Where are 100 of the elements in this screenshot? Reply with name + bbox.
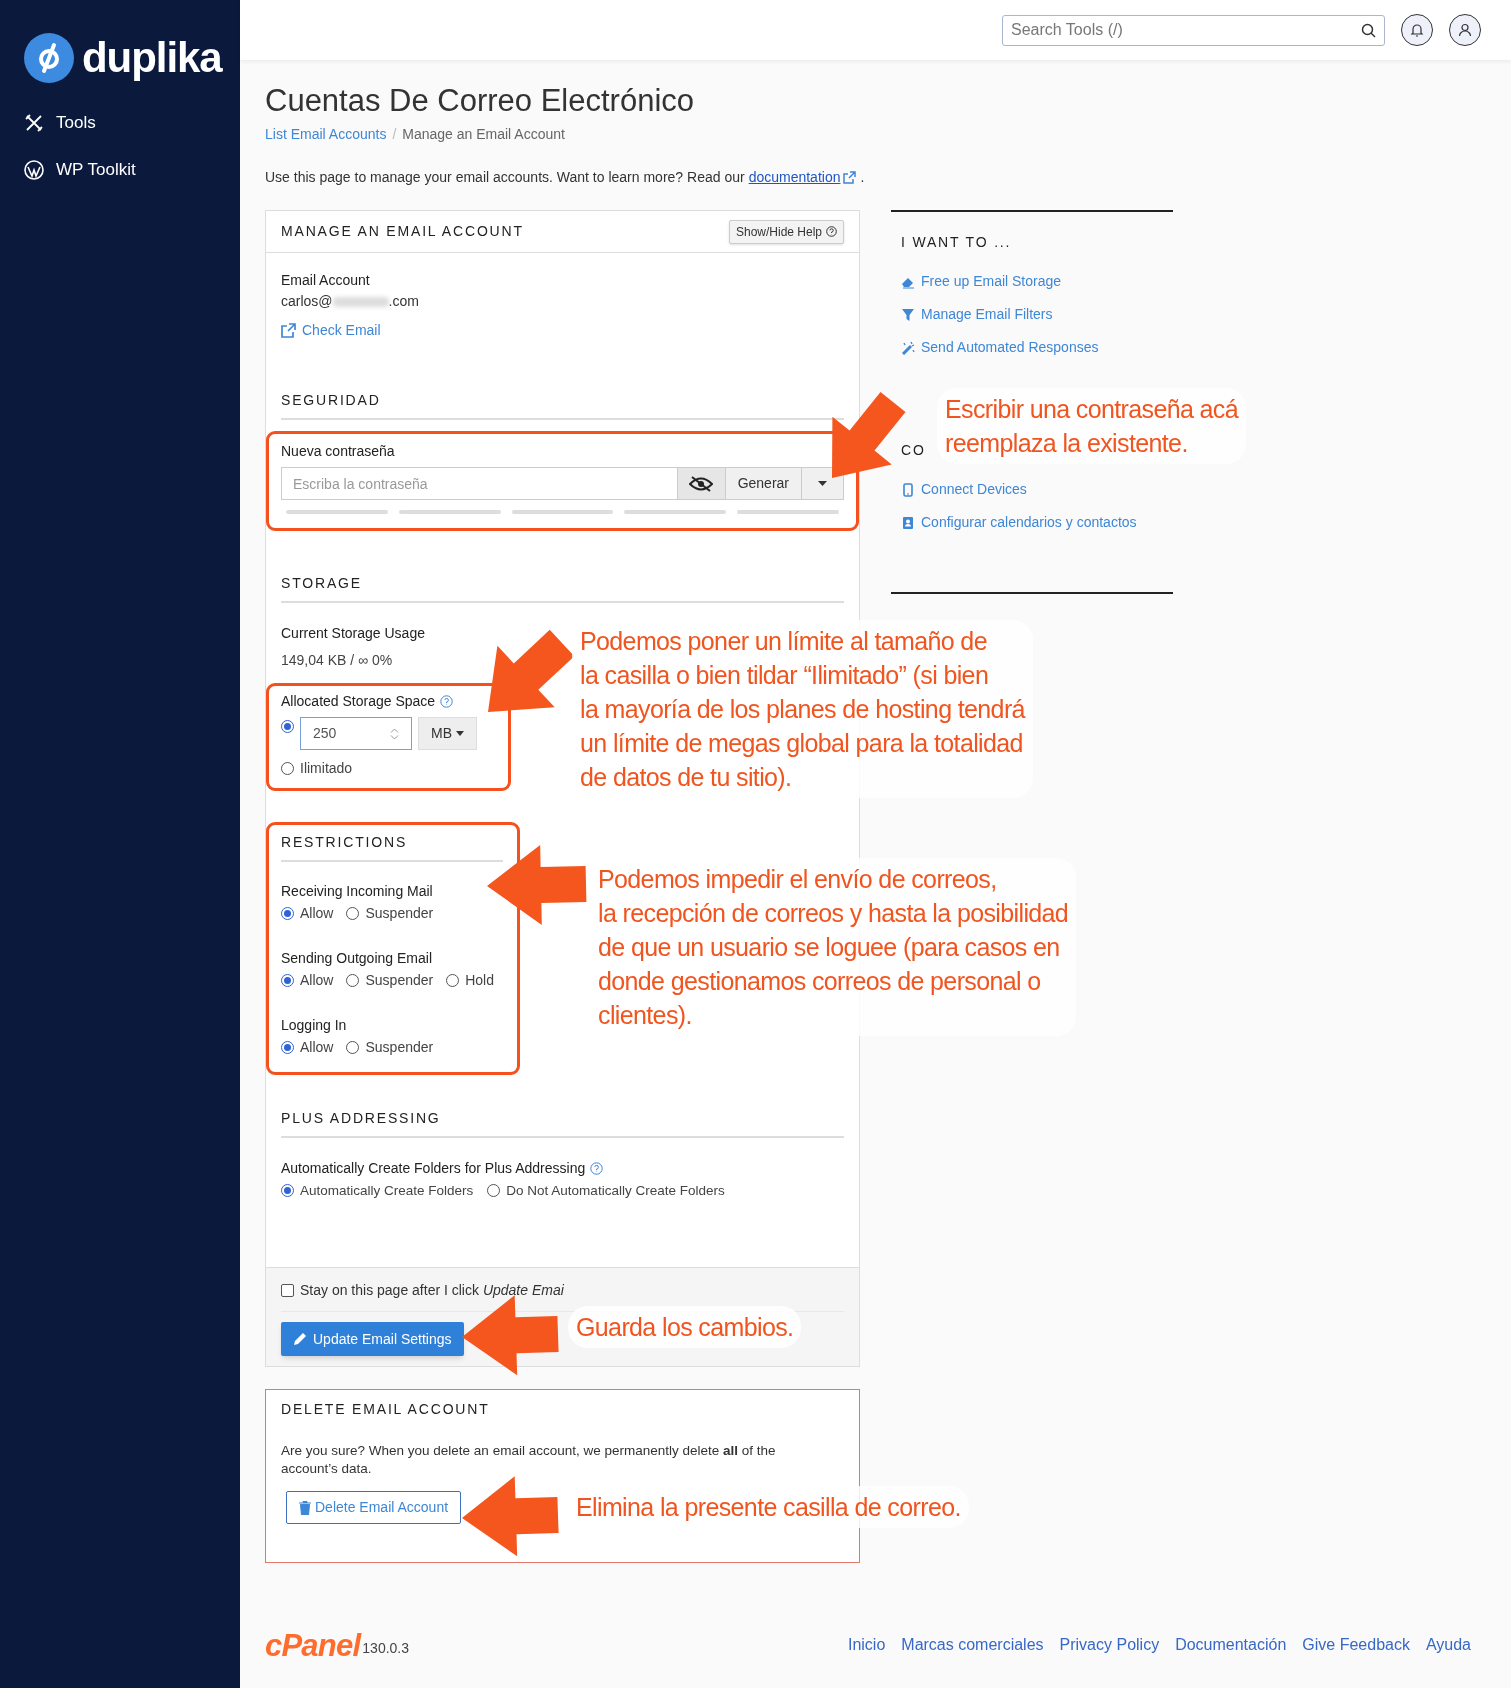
field-label: Allocated Storage Space [281,692,436,711]
field-label: Current Storage Usage [281,624,425,643]
annotation-text: de datos de tu sitio). [580,762,793,793]
footer-link[interactable]: Privacy Policy [1059,1633,1160,1657]
logo-icon [24,33,74,83]
address-book-icon [901,515,915,530]
action-link[interactable]: Configurar calendarios y contactos [901,512,1173,533]
field-label: Receiving Incoming Mail [281,882,434,901]
section-heading: SEGURIDAD [281,392,381,408]
notifications-button[interactable] [1401,14,1433,46]
help-icon [590,1162,604,1175]
footer-link[interactable]: Documentación [1175,1633,1287,1657]
breadcrumb-separator: / [392,125,397,144]
update-settings-button[interactable]: Update Email Settings [281,1322,464,1356]
redaction-blur [332,296,389,307]
tools-icon [24,113,44,133]
annotation-text: un límite de megas global para la totalidad [580,728,1024,759]
action-link[interactable]: Send Automated Responses [901,337,1173,358]
footer-link[interactable]: Ayuda [1425,1633,1471,1657]
warning-text: Are you sure? When you delete an email account, we permanently delete all of the account’s data. [281,1442,777,1478]
user-icon [1458,23,1472,37]
external-link-icon [281,323,296,338]
help-icon [826,226,837,237]
page-title: Cuentas De Correo Electrónico [265,82,696,120]
annotation-text: clientes). [598,1000,693,1031]
cpanel-logo: cPanel [265,1629,361,1661]
annotation-text: la casilla o bien tildar “Ilimitado” (si bien [580,660,990,691]
email-address: .com [388,292,419,311]
field-label: Email Account [281,271,370,290]
action-link[interactable]: Connect Devices [901,479,1173,500]
phone-icon [901,482,915,497]
sidebar-item[interactable]: WP Toolkit [24,153,216,187]
search-field[interactable]: Search Tools (/) [1002,14,1385,46]
annotation-text: Guarda los cambios. [576,1312,794,1343]
filter-icon [901,307,915,322]
panel-heading: I WANT TO ... [901,233,1013,252]
logo-text: duplika [82,37,222,79]
field-label: Logging In [281,1016,348,1035]
help-toggle-button[interactable]: Show/Hide Help [728,219,844,244]
radio-label: Allow [300,1038,334,1057]
field-label: Automatically Create Folders for Plus Addressing [281,1159,586,1178]
radio-label: Hold [465,971,494,990]
section-heading: PLUS ADDRESSING [281,1110,441,1126]
footer-link[interactable]: Inicio [847,1633,886,1657]
section-heading: RESTRICTIONS [281,834,408,850]
toggle-visibility-button[interactable] [677,467,725,500]
wordpress-icon [24,160,44,180]
checkbox[interactable] [281,1284,294,1297]
action-link[interactable]: Free up Email Storage [901,271,1173,292]
unit-dropdown[interactable]: MB [418,717,477,750]
footer-link[interactable]: Give Feedback [1302,1633,1410,1657]
field-label: Sending Outgoing Email [281,949,433,968]
search-icon [1361,22,1376,38]
annotation-text: donde gestionamos correos de personal o [598,966,1042,997]
radio-label: Suspender [365,904,434,923]
annotation-text: de que un usuario se loguee (para casos en [598,932,1061,963]
quota-field[interactable]: 250 [300,717,412,750]
version-text: 130.0.3 [362,1638,410,1658]
radio-label: Suspender [365,971,434,990]
generate-button[interactable]: Generar [724,467,802,500]
punctuation: . [860,168,865,187]
password-field[interactable]: Escriba la contraseña [281,467,678,500]
caret-icon [818,481,827,486]
checkbox-label: Stay on this page after I click Update Emai [300,1281,564,1300]
annotation-text: reemplaza la existente. [945,428,1189,459]
breadcrumb-current: Manage an Email Account [402,125,565,144]
section-heading: STORAGE [281,575,362,591]
caret-icon [456,731,464,736]
email-address: carlos@ [281,292,333,311]
user-button[interactable] [1449,14,1481,46]
radio-label: Suspender [365,1038,434,1057]
card-title: MANAGE AN EMAIL ACCOUNT [281,222,524,241]
magic-wand-icon [901,340,915,355]
storage-usage-value: 149,04 KB / ∞ 0% [281,651,393,670]
annotation-text: Escribir una contraseña acá [945,394,1238,425]
dropdown-button[interactable] [802,467,844,500]
spinner-icon [390,727,399,740]
documentation-link[interactable]: documentation [748,167,857,188]
delete-account-button[interactable]: Delete Email Account [286,1491,462,1524]
trash-icon [299,1500,311,1515]
panel-heading: CO [901,441,926,460]
sidebar-item[interactable]: Tools [24,106,216,140]
action-link[interactable]: Manage Email Filters [901,304,1173,325]
external-link-icon [843,171,857,184]
check-email-link[interactable]: Check Email [281,320,844,341]
breadcrumb-link[interactable]: List Email Accounts [265,124,387,145]
card-title: DELETE EMAIL ACCOUNT [281,1400,491,1419]
bell-icon [1410,23,1424,37]
annotation-text: Podemos poner un límite al tamaño de [580,626,988,657]
intro-text: Use this page to manage your email accounts. Want to learn more? Read our [265,168,745,187]
eye-slash-icon [689,475,714,492]
radio-label: Automatically Create Folders [300,1182,474,1200]
radio-label: Ilimitado [300,759,353,778]
radio-label: Do Not Automatically Create Folders [506,1182,725,1200]
radio-label: Allow [300,904,334,923]
annotation-text: la recepción de correos y hasta la posibilidad [598,898,1069,929]
pencil-icon [293,1332,307,1346]
field-label: Nueva contraseña [281,442,396,461]
annotation-text: Elimina la presente casilla de correo. [576,1492,961,1523]
footer-link[interactable]: Marcas comerciales [901,1633,1044,1657]
